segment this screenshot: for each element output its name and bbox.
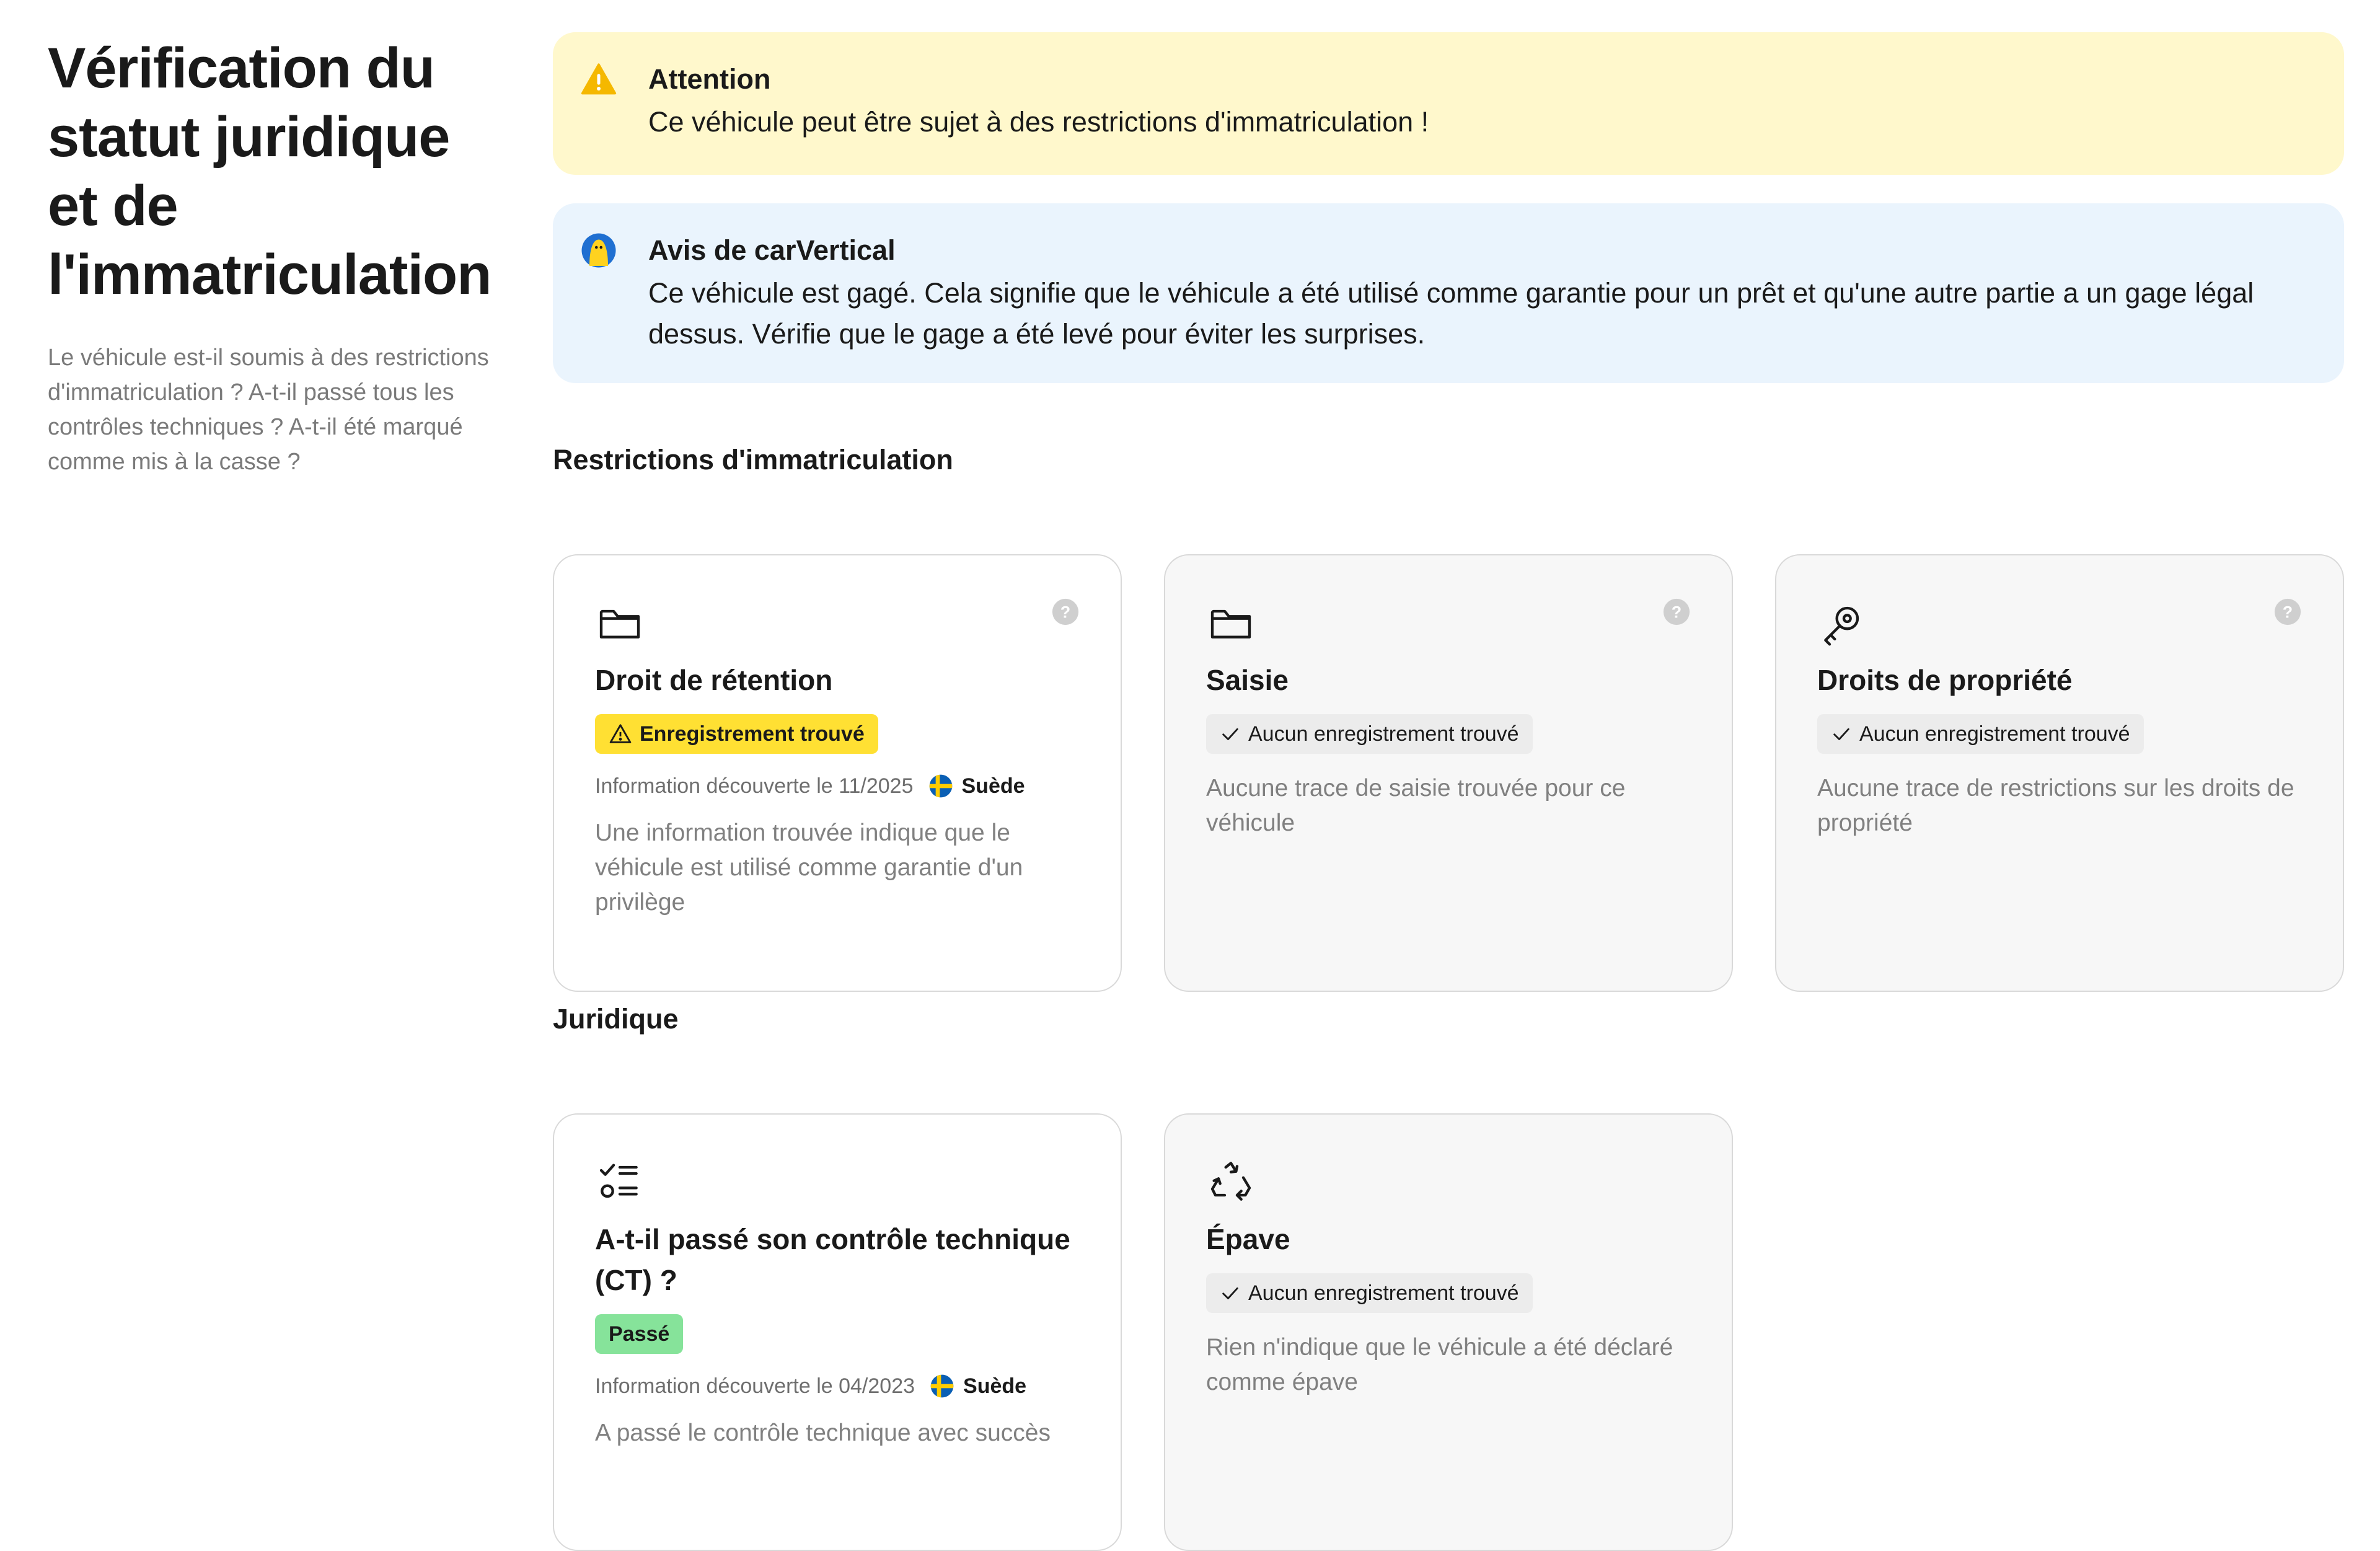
status-badge-label: Passé — [609, 1322, 670, 1346]
card-title: Saisie — [1206, 664, 1289, 696]
check-icon — [1833, 728, 1849, 740]
status-badge-label: Enregistrement trouvé — [640, 722, 865, 746]
status-badge-label: Aucun enregistrement trouvé — [1859, 722, 2130, 746]
carvertical-avatar-icon — [581, 233, 616, 268]
card-title: Droit de rétention — [595, 664, 833, 696]
country-name: Suède — [963, 1374, 1027, 1398]
country-name: Suède — [961, 774, 1025, 798]
info-alert-text: Ce véhicule est gagé. Cela signifie que … — [648, 277, 2254, 350]
warning-triangle-icon — [581, 63, 617, 95]
page-title: Vérification du statut juridique et de l… — [48, 37, 491, 306]
status-badge: Aucun enregistrement trouvé — [1206, 1273, 1533, 1313]
sidebar: Vérification du statut juridique et de l… — [48, 34, 506, 479]
status-badge: Enregistrement trouvé — [595, 714, 878, 754]
sweden-flag-icon — [929, 774, 952, 798]
discovery-info: Information découverte le 04/2023 Suède — [595, 1374, 1080, 1399]
folder-icon — [1210, 609, 1251, 639]
check-icon — [1222, 728, 1238, 740]
folder-icon — [599, 609, 640, 639]
key-icon — [1824, 606, 1859, 646]
check-icon — [1222, 1287, 1238, 1299]
card-epave: Épave Aucun enregistrement trouvé Rien n… — [1164, 1113, 1733, 1551]
discovery-date: Information découverte le 04/2023 — [595, 1374, 915, 1398]
card-saisie: ? Saisie Aucun enregistrement trouvé Auc… — [1164, 554, 1733, 992]
svg-text:?: ? — [2283, 603, 2293, 622]
card-description: Aucune trace de saisie trouvée pour ce v… — [1206, 775, 1626, 836]
card-title: Épave — [1206, 1223, 1290, 1255]
section-title-legal: Juridique — [553, 1003, 679, 1035]
card-controle-technique: A-t-il passé son contrôle technique (CT)… — [553, 1113, 1122, 1551]
legal-status-page: Vérification du statut juridique et de l… — [0, 0, 2380, 1551]
discovery-info: Information découverte le 11/2025 Suède — [595, 774, 1080, 798]
warning-alert: Attention Ce véhicule peut être sujet à … — [553, 32, 2344, 175]
status-badge: Aucun enregistrement trouvé — [1817, 714, 2144, 754]
help-icon[interactable]: ? — [2273, 598, 2302, 626]
registration-restrictions-section: Restrictions d'immatriculation ? Droit d… — [553, 441, 2344, 992]
recycle-icon — [1210, 1162, 1251, 1201]
card-title: Droits de propriété — [1817, 664, 2073, 696]
card-droits-de-propriete: ? Droits de propriété Aucun enregistreme… — [1775, 554, 2344, 992]
help-icon[interactable]: ? — [1662, 598, 1691, 626]
page-description: Le véhicule est-il soumis à des restrict… — [48, 345, 489, 475]
help-icon[interactable]: ? — [1051, 598, 1080, 626]
card-description: Une information trouvée indique que le v… — [595, 820, 1023, 916]
card-description: A passé le contrôle technique avec succè… — [595, 1420, 1051, 1446]
warning-alert-text: Ce véhicule peut être sujet à des restri… — [648, 106, 1429, 138]
card-title: A-t-il passé son contrôle technique (CT)… — [595, 1223, 1070, 1296]
info-alert: Avis de carVertical Ce véhicule est gagé… — [553, 203, 2344, 383]
legal-section: Juridique A-t-il passé son contrôle tech… — [553, 1001, 2344, 1551]
sweden-flag-icon — [930, 1374, 954, 1398]
card-description: Aucune trace de restrictions sur les dro… — [1817, 775, 2294, 836]
country: Suède — [930, 1374, 1026, 1399]
status-badge-label: Aucun enregistrement trouvé — [1248, 722, 1519, 746]
warning-alert-title: Attention — [648, 63, 771, 95]
warning-outline-icon — [609, 724, 632, 743]
section-title-registration: Restrictions d'immatriculation — [553, 444, 953, 475]
status-badge: Passé — [595, 1314, 684, 1354]
main-content: Attention Ce véhicule peut être sujet à … — [553, 32, 2344, 1551]
discovery-date: Information découverte le 11/2025 — [595, 774, 914, 798]
status-badge-label: Aucun enregistrement trouvé — [1248, 1281, 1519, 1305]
status-badge: Aucun enregistrement trouvé — [1206, 714, 1533, 754]
card-droit-de-retention: ? Droit de rétention Enregistrement trou… — [553, 554, 1122, 992]
svg-text:?: ? — [1060, 603, 1070, 622]
country: Suède — [928, 774, 1025, 798]
checklist-icon — [599, 1164, 638, 1198]
svg-text:?: ? — [1672, 603, 1681, 622]
info-alert-title: Avis de carVertical — [648, 234, 896, 266]
card-description: Rien n'indique que le véhicule a été déc… — [1206, 1334, 1673, 1395]
